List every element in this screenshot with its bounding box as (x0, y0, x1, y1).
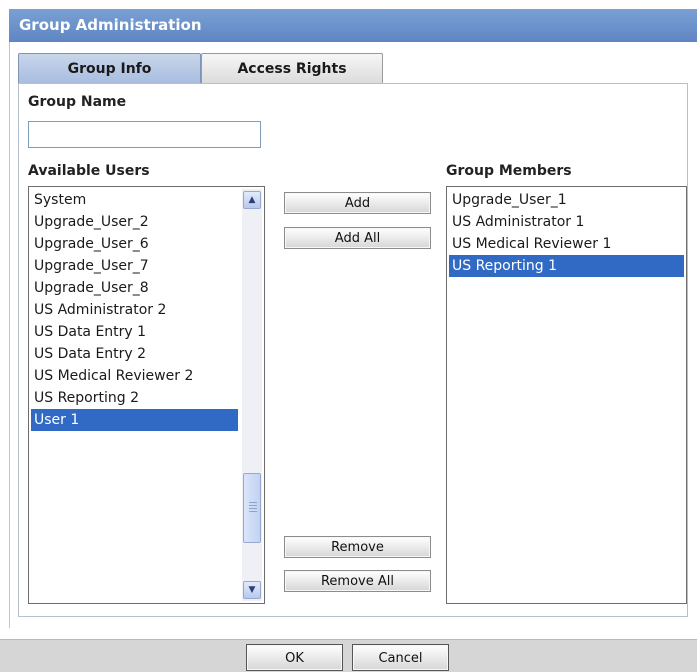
chevron-up-icon[interactable]: ▲ (243, 191, 261, 209)
available-user-item[interactable]: US Medical Reviewer 2 (31, 365, 238, 387)
available-users-scrollbar[interactable]: ▲ ▼ (242, 189, 262, 601)
group-member-item-selected[interactable]: US Reporting 1 (449, 255, 684, 277)
available-user-item[interactable]: US Data Entry 2 (31, 343, 238, 365)
available-user-item[interactable]: Upgrade_User_2 (31, 211, 238, 233)
group-member-item[interactable]: Upgrade_User_1 (449, 189, 684, 211)
add-all-button[interactable]: Add All (284, 227, 431, 249)
group-name-label: Group Name (28, 94, 127, 110)
group-name-input[interactable] (28, 121, 261, 148)
cancel-button[interactable]: Cancel (352, 644, 449, 671)
available-user-item[interactable]: Upgrade_User_6 (31, 233, 238, 255)
window-title: Group Administration (9, 9, 697, 42)
available-user-item[interactable]: US Administrator 2 (31, 299, 238, 321)
group-members-list[interactable]: Upgrade_User_1 US Administrator 1 US Med… (446, 186, 687, 604)
group-members-label: Group Members (446, 163, 572, 179)
remove-all-button[interactable]: Remove All (284, 570, 431, 592)
dialog-footer (0, 639, 697, 672)
available-user-item[interactable]: US Data Entry 1 (31, 321, 238, 343)
tab-access-rights[interactable]: Access Rights (201, 53, 383, 83)
add-button[interactable]: Add (284, 192, 431, 214)
chevron-down-icon[interactable]: ▼ (243, 581, 261, 599)
available-user-item[interactable]: System (31, 189, 238, 211)
available-user-item-selected[interactable]: User 1 (31, 409, 238, 431)
scrollbar-thumb[interactable] (243, 473, 261, 543)
group-member-item[interactable]: US Administrator 1 (449, 211, 684, 233)
remove-button[interactable]: Remove (284, 536, 431, 558)
available-user-item[interactable]: US Reporting 2 (31, 387, 238, 409)
available-users-label: Available Users (28, 163, 150, 179)
grip-icon (249, 502, 257, 512)
tab-group-info[interactable]: Group Info (18, 53, 201, 83)
available-user-item[interactable]: Upgrade_User_8 (31, 277, 238, 299)
available-user-item[interactable]: Upgrade_User_7 (31, 255, 238, 277)
ok-button[interactable]: OK (246, 644, 343, 671)
available-users-list[interactable]: System Upgrade_User_2 Upgrade_User_6 Upg… (28, 186, 265, 604)
group-member-item[interactable]: US Medical Reviewer 1 (449, 233, 684, 255)
